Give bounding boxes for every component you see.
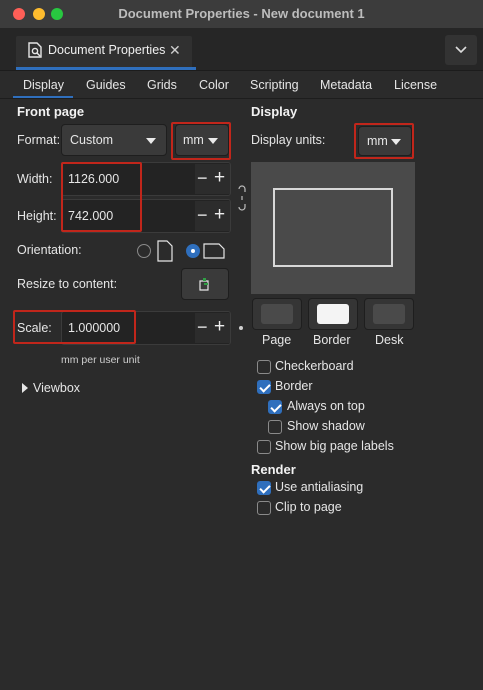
plus-icon[interactable]: + — [214, 316, 225, 338]
format-dropdown[interactable]: Custom — [61, 124, 167, 156]
border-checkbox[interactable] — [257, 380, 271, 394]
document-properties-icon — [28, 42, 42, 58]
always-on-top-label[interactable]: Always on top — [287, 399, 365, 413]
display-heading: Display — [251, 104, 298, 119]
border-color-label: Border — [313, 333, 351, 347]
dock-tab-active-indicator — [16, 67, 196, 70]
width-label: Width: — [17, 172, 53, 186]
resize-page-icon — [199, 278, 209, 291]
tab-color[interactable]: Color — [199, 78, 229, 92]
minus-icon[interactable]: − — [197, 317, 208, 338]
checkerboard-checkbox[interactable] — [257, 360, 271, 374]
clip-to-page-checkbox[interactable] — [257, 501, 271, 515]
height-label: Height: — [17, 209, 57, 223]
desk-color-button[interactable] — [364, 298, 414, 330]
render-heading: Render — [251, 462, 296, 477]
portrait-radio[interactable] — [137, 244, 151, 258]
tab-metadata[interactable]: Metadata — [320, 78, 372, 92]
highlight-box-scale — [13, 310, 136, 344]
chain-link-icon[interactable] — [236, 185, 248, 211]
tab-display[interactable]: Display — [23, 78, 64, 92]
big-page-labels-checkbox[interactable] — [257, 440, 271, 454]
window-title: Document Properties - New document 1 — [118, 6, 365, 21]
page-color-label: Page — [262, 333, 292, 347]
page-preview-border — [273, 188, 393, 267]
format-label: Format: — [17, 133, 61, 147]
front-page-heading: Front page — [17, 104, 85, 119]
show-shadow-checkbox[interactable] — [268, 420, 282, 434]
orientation-label: Orientation: — [17, 243, 82, 257]
page-color-swatch — [261, 304, 293, 324]
highlight-box-dimensions — [61, 162, 142, 232]
tab-license[interactable]: License — [394, 78, 437, 92]
tab-scripting[interactable]: Scripting — [250, 78, 299, 92]
minus-icon[interactable]: − — [197, 205, 208, 226]
plus-icon[interactable]: + — [214, 167, 225, 189]
scale-indicator-dot — [239, 326, 243, 330]
page-color-button[interactable] — [252, 298, 302, 330]
dock-tab-label: Document Properties — [48, 43, 166, 57]
expander-arrow-icon[interactable] — [22, 383, 28, 393]
format-value: Custom — [70, 133, 114, 147]
tab-active-indicator — [13, 96, 73, 98]
desk-color-swatch — [373, 304, 405, 324]
checkerboard-label[interactable]: Checkerboard — [275, 359, 354, 373]
tab-guides[interactable]: Guides — [86, 78, 126, 92]
show-shadow-label[interactable]: Show shadow — [287, 419, 365, 433]
border-color-button[interactable] — [308, 298, 358, 330]
viewbox-expander[interactable]: Viewbox — [33, 381, 80, 395]
border-color-swatch — [317, 304, 349, 324]
antialiasing-checkbox[interactable] — [257, 481, 271, 495]
highlight-box-page-unit — [171, 122, 231, 160]
tab-grids[interactable]: Grids — [147, 78, 177, 92]
resize-to-content-label: Resize to content: — [17, 277, 118, 291]
landscape-page-icon — [203, 243, 225, 259]
chevron-down-icon — [455, 46, 467, 54]
antialiasing-label[interactable]: Use antialiasing — [275, 480, 363, 494]
big-page-labels-label[interactable]: Show big page labels — [275, 439, 394, 453]
highlight-box-display-units — [354, 123, 414, 159]
always-on-top-checkbox[interactable] — [268, 400, 282, 414]
resize-to-content-button[interactable] — [181, 268, 229, 300]
close-tab-icon[interactable]: ✕ — [169, 42, 181, 59]
desk-color-label: Desk — [375, 333, 404, 347]
border-label[interactable]: Border — [275, 379, 313, 393]
scale-unit-note: mm per user unit — [61, 354, 140, 366]
minus-icon[interactable]: − — [197, 168, 208, 189]
portrait-page-icon — [157, 240, 173, 262]
landscape-radio[interactable] — [186, 244, 200, 258]
plus-icon[interactable]: + — [214, 204, 225, 226]
clip-to-page-label[interactable]: Clip to page — [275, 500, 342, 514]
page-preview — [251, 162, 415, 294]
dropdown-caret-icon — [146, 138, 156, 144]
display-units-label: Display units: — [251, 133, 326, 147]
dock-menu-button[interactable] — [445, 35, 477, 65]
